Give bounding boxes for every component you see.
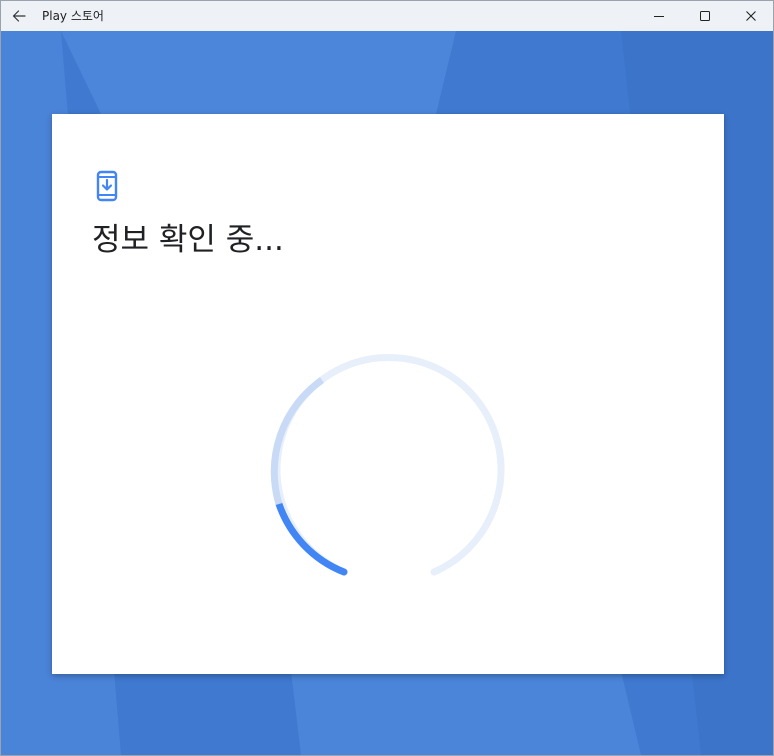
phone-download-icon — [96, 170, 118, 202]
window-title: Play 스토어 — [42, 9, 104, 23]
maximize-button[interactable] — [682, 1, 728, 31]
title-bar: Play 스토어 — [1, 1, 773, 31]
play-store-window: Play 스토어 정보 확인 중... — [0, 0, 774, 756]
minimize-icon — [654, 16, 664, 17]
close-button[interactable] — [728, 1, 773, 31]
minimize-button[interactable] — [636, 1, 682, 31]
loading-spinner-icon — [270, 353, 505, 576]
back-button[interactable] — [5, 3, 33, 29]
dialog-title: 정보 확인 중... — [92, 222, 284, 258]
maximize-icon — [700, 11, 710, 21]
arrow-left-icon — [12, 10, 26, 22]
checking-info-dialog: 정보 확인 중... — [52, 114, 724, 674]
close-icon — [746, 11, 756, 21]
